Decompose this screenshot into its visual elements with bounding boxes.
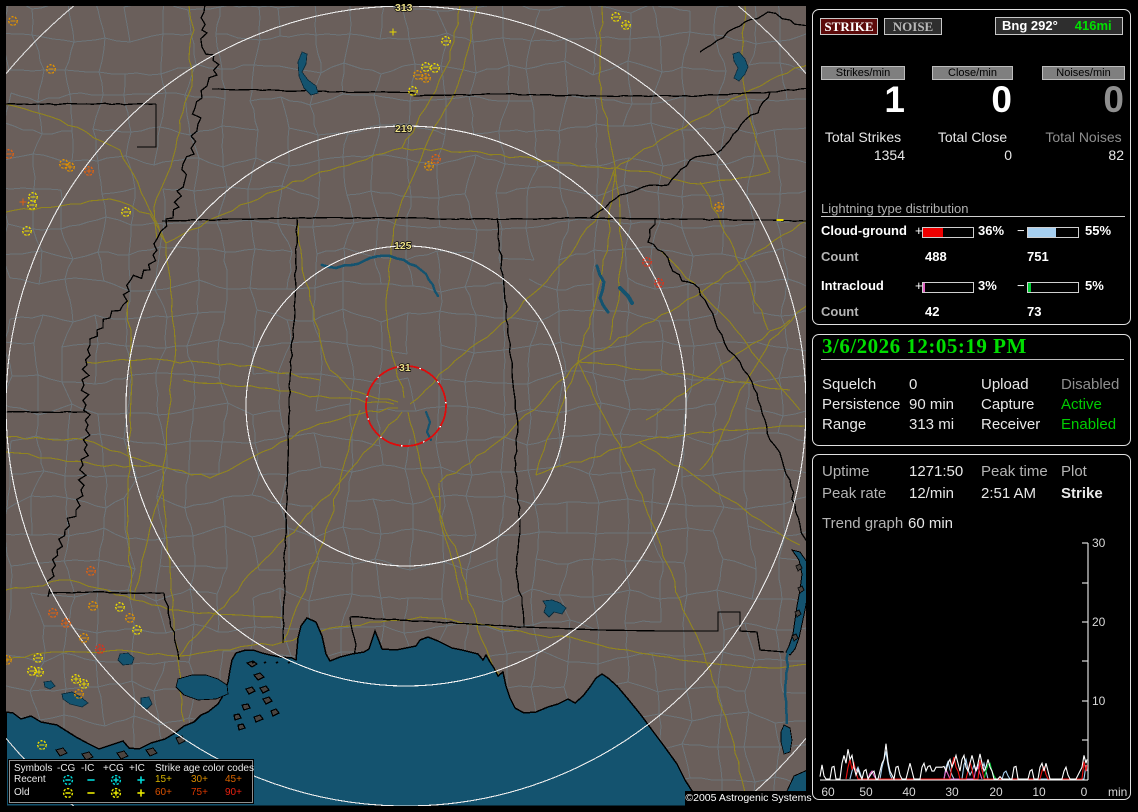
svg-text:30: 30 <box>945 785 959 799</box>
svg-text:min: min <box>1108 785 1127 799</box>
svg-text:20: 20 <box>989 785 1003 799</box>
svg-text:10: 10 <box>1032 785 1046 799</box>
svg-text:219: 219 <box>395 123 413 135</box>
svg-text:31: 31 <box>399 362 411 374</box>
svg-text:30: 30 <box>1092 536 1106 550</box>
svg-text:10: 10 <box>1092 694 1106 708</box>
svg-text:0: 0 <box>1081 785 1088 799</box>
svg-text:125: 125 <box>394 240 412 252</box>
svg-text:50: 50 <box>859 785 873 799</box>
svg-text:60: 60 <box>821 785 835 799</box>
svg-text:313: 313 <box>395 2 413 14</box>
svg-text:40: 40 <box>902 785 916 799</box>
svg-text:20: 20 <box>1092 615 1106 629</box>
